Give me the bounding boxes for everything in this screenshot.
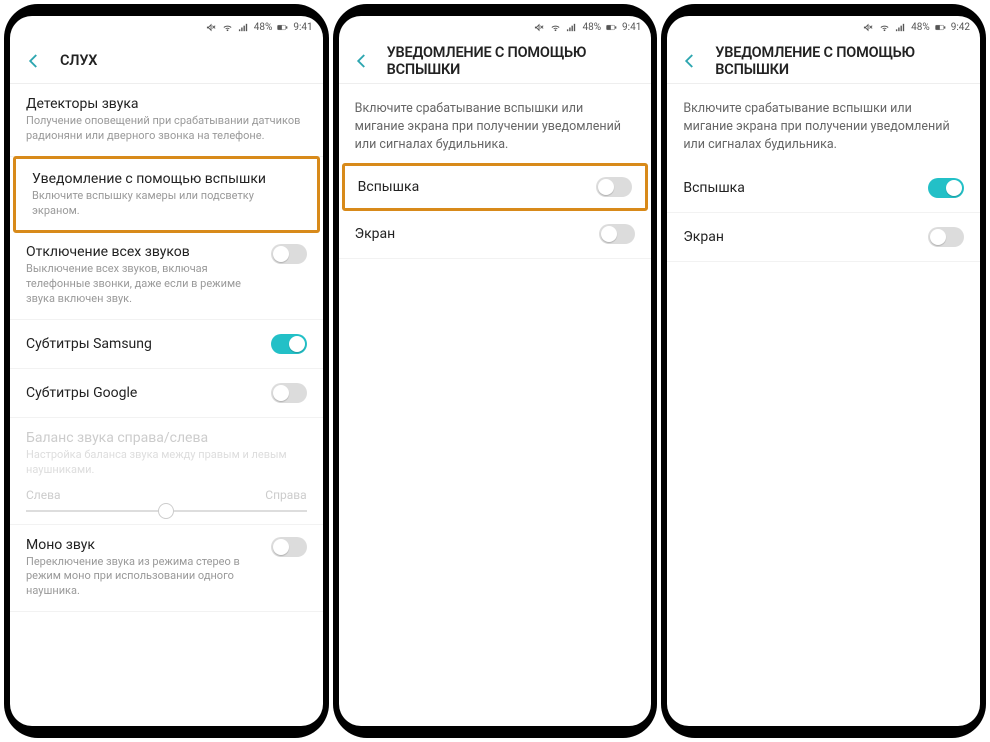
item-title: Баланс звука справа/слева xyxy=(26,430,307,446)
slider-thumb xyxy=(158,503,174,519)
battery-icon xyxy=(606,22,617,33)
screen: 48% 9:41 СЛУХ Детекторы звука Получение … xyxy=(10,16,323,726)
item-sound-detectors[interactable]: Детекторы звука Получение оповещений при… xyxy=(10,84,323,157)
toggle-flash[interactable] xyxy=(928,178,964,198)
signal-icon xyxy=(895,22,906,33)
mute-icon xyxy=(863,22,874,33)
item-subtitle: Выключение всех звуков, включая телефонн… xyxy=(26,262,259,307)
status-bar: 48% 9:41 xyxy=(10,16,323,38)
toggle-knob xyxy=(273,385,289,401)
item-mono-audio[interactable]: Моно звук Переключение звука из режима с… xyxy=(10,525,323,613)
toggle-mono-audio[interactable] xyxy=(271,537,307,557)
status-time: 9:41 xyxy=(622,22,641,33)
item-title: Отключение всех звуков xyxy=(26,244,259,260)
page-title: УВЕДОМЛЕНИЕ С ПОМОЩЬЮ ВСПЫШКИ xyxy=(387,44,640,78)
toggle-knob xyxy=(946,180,962,196)
screen: 48% 9:41 УВЕДОМЛЕНИЕ С ПОМОЩЬЮ ВСПЫШКИ В… xyxy=(339,16,652,726)
row-label: Экран xyxy=(683,229,724,245)
screen: 48% 9:42 УВЕДОМЛЕНИЕ С ПОМОЩЬЮ ВСПЫШКИ В… xyxy=(667,16,980,726)
description-text: Включите срабатывание вспышки или мигани… xyxy=(339,84,652,164)
app-header: УВЕДОМЛЕНИЕ С ПОМОЩЬЮ ВСПЫШКИ xyxy=(339,38,652,84)
balance-slider xyxy=(26,510,307,512)
battery-text: 48% xyxy=(911,22,930,33)
toggle-knob xyxy=(273,246,289,262)
item-title: Субтитры Google xyxy=(26,385,137,401)
signal-icon xyxy=(566,22,577,33)
row-flash[interactable]: Вспышка xyxy=(667,164,980,213)
chevron-left-icon xyxy=(25,52,43,70)
status-bar: 48% 9:42 xyxy=(667,16,980,38)
back-button[interactable] xyxy=(351,49,373,73)
signal-icon xyxy=(238,22,249,33)
page-title: УВЕДОМЛЕНИЕ С ПОМОЩЬЮ ВСПЫШКИ xyxy=(715,44,968,78)
wifi-icon xyxy=(222,22,233,33)
item-flash-notification[interactable]: Уведомление с помощью вспышки Включите в… xyxy=(13,156,320,234)
row-label: Вспышка xyxy=(683,180,745,196)
settings-list[interactable]: Детекторы звука Получение оповещений при… xyxy=(10,84,323,726)
status-bar: 48% 9:41 xyxy=(339,16,652,38)
item-google-subtitles[interactable]: Субтитры Google xyxy=(10,369,323,418)
phone-2: 48% 9:41 УВЕДОМЛЕНИЕ С ПОМОЩЬЮ ВСПЫШКИ В… xyxy=(333,4,658,738)
battery-icon xyxy=(935,22,946,33)
wifi-icon xyxy=(550,22,561,33)
toggle-knob xyxy=(930,229,946,245)
chevron-left-icon xyxy=(353,52,371,70)
item-samsung-subtitles[interactable]: Субтитры Samsung xyxy=(10,320,323,369)
toggle-knob xyxy=(601,226,617,242)
battery-icon xyxy=(277,22,288,33)
app-header: СЛУХ xyxy=(10,38,323,84)
page-title: СЛУХ xyxy=(60,52,97,69)
toggle-screen[interactable] xyxy=(928,227,964,247)
toggle-knob xyxy=(289,336,305,352)
row-label: Вспышка xyxy=(358,179,420,195)
item-title: Детекторы звука xyxy=(26,96,307,112)
settings-list: Включите срабатывание вспышки или мигани… xyxy=(667,84,980,726)
row-label: Экран xyxy=(355,226,396,242)
mute-icon xyxy=(206,22,217,33)
chevron-left-icon xyxy=(681,52,699,70)
toggle-mute-all[interactable] xyxy=(271,244,307,264)
toggle-knob xyxy=(273,539,289,555)
settings-list: Включите срабатывание вспышки или мигани… xyxy=(339,84,652,726)
app-header: УВЕДОМЛЕНИЕ С ПОМОЩЬЮ ВСПЫШКИ xyxy=(667,38,980,84)
toggle-knob xyxy=(598,179,614,195)
item-title: Субтитры Samsung xyxy=(26,336,152,352)
back-button[interactable] xyxy=(22,49,46,73)
row-screen[interactable]: Экран xyxy=(339,210,652,259)
row-screen[interactable]: Экран xyxy=(667,213,980,262)
toggle-samsung-subtitles[interactable] xyxy=(271,334,307,354)
item-subtitle: Включите вспышку камеры или подсветку эк… xyxy=(32,189,301,219)
item-sound-balance: Баланс звука справа/слева Настройка бала… xyxy=(10,418,323,525)
item-subtitle: Переключение звука из режима стерео в ре… xyxy=(26,555,259,600)
balance-left-label: Слева xyxy=(26,488,61,502)
mute-icon xyxy=(534,22,545,33)
phone-1: 48% 9:41 СЛУХ Детекторы звука Получение … xyxy=(4,4,329,738)
battery-text: 48% xyxy=(254,22,273,33)
balance-right-label: Справа xyxy=(265,488,306,502)
back-button[interactable] xyxy=(679,49,701,73)
battery-text: 48% xyxy=(582,22,601,33)
item-title: Уведомление с помощью вспышки xyxy=(32,171,301,187)
item-title: Моно звук xyxy=(26,537,259,553)
toggle-flash[interactable] xyxy=(596,177,632,197)
status-time: 9:42 xyxy=(951,22,970,33)
phone-3: 48% 9:42 УВЕДОМЛЕНИЕ С ПОМОЩЬЮ ВСПЫШКИ В… xyxy=(661,4,986,738)
description-text: Включите срабатывание вспышки или мигани… xyxy=(667,84,980,164)
status-time: 9:41 xyxy=(293,22,312,33)
item-mute-all[interactable]: Отключение всех звуков Выключение всех з… xyxy=(10,232,323,320)
item-subtitle: Получение оповещений при срабатывании да… xyxy=(26,114,307,144)
item-subtitle: Настройка баланса звука между правым и л… xyxy=(26,448,307,478)
wifi-icon xyxy=(879,22,890,33)
row-flash[interactable]: Вспышка xyxy=(342,163,649,211)
toggle-google-subtitles[interactable] xyxy=(271,383,307,403)
toggle-screen[interactable] xyxy=(599,224,635,244)
